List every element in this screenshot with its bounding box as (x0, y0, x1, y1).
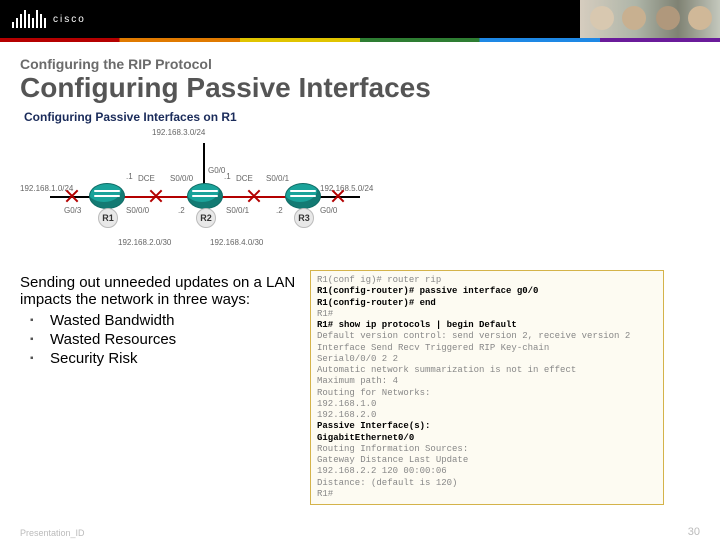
top-banner: cisco (0, 0, 720, 38)
port-g00: G0/0 (320, 206, 337, 215)
cli-line: R1(config-router)# end (317, 298, 657, 309)
x-mark-icon (332, 190, 344, 202)
router-r1-label: R1 (98, 208, 118, 228)
port-s000b: S0/0/0 (170, 174, 193, 183)
addr-d2b: .2 (276, 206, 283, 215)
cli-line: Interface Send Recv Triggered RIP Key-ch… (317, 343, 657, 354)
cli-line: Automatic network summarization is not i… (317, 365, 657, 376)
network-diagram: Configuring Passive Interfaces on R1 192… (20, 110, 700, 258)
port-g00-top: G0/0 (208, 166, 225, 175)
cli-line: Default version control: send version 2,… (317, 331, 657, 342)
cli-line: Routing for Networks: (317, 388, 657, 399)
cli-line: R1# (317, 309, 657, 320)
addr-d2a: .2 (178, 206, 185, 215)
cli-line: 192.168.2.2 120 00:00:06 (317, 466, 657, 477)
x-mark-icon (248, 190, 260, 202)
cli-line: GigabitEthernet0/0 (317, 433, 657, 444)
cli-line: 192.168.2.0 (317, 410, 657, 421)
router-icon (90, 184, 124, 208)
footer-id: Presentation_ID (20, 528, 85, 538)
cli-line: Serial0/0/0 2 2 (317, 354, 657, 365)
dce-label: DCE (138, 174, 155, 183)
net-mid2: 192.168.4.0/30 (210, 238, 263, 247)
cisco-logo: cisco (12, 10, 86, 28)
cli-line: R1# (317, 489, 657, 500)
cli-line: Passive Interface(s): (317, 421, 657, 432)
cli-line: R1(conf ig)# router rip (317, 275, 657, 286)
cli-line: Gateway Distance Last Update (317, 455, 657, 466)
port-s000: S0/0/0 (126, 206, 149, 215)
x-mark-icon (66, 190, 78, 202)
impact-text: Sending out unneeded updates on a LAN im… (20, 274, 300, 369)
cli-line: 192.168.1.0 (317, 399, 657, 410)
router-r2-label: R2 (196, 208, 216, 228)
banner-photo (580, 0, 720, 38)
router-icon (188, 184, 222, 208)
dce-label2: DCE (236, 174, 253, 183)
impact-item: Wasted Bandwidth (44, 312, 300, 329)
port-g03: G0/3 (64, 206, 81, 215)
page-title: Configuring Passive Interfaces (20, 72, 700, 104)
diagram-title: Configuring Passive Interfaces on R1 (24, 110, 700, 124)
addr-d1b: .1 (224, 172, 231, 181)
net-top: 192.168.3.0/24 (152, 128, 205, 137)
link-r2-top (203, 143, 205, 189)
port-s001b: S0/0/1 (266, 174, 289, 183)
net-mid1: 192.168.2.0/30 (118, 238, 171, 247)
eyebrow: Configuring the RIP Protocol (20, 56, 700, 72)
router-icon (286, 184, 320, 208)
cli-line: Distance: (default is 120) (317, 478, 657, 489)
cli-line: R1# show ip protocols | begin Default (317, 320, 657, 331)
cli-line: Maximum path: 4 (317, 376, 657, 387)
cli-line: R1(config-router)# passive interface g0/… (317, 286, 657, 297)
impact-item: Security Risk (44, 350, 300, 367)
net-right: 192.168.5.0/24 (320, 184, 373, 193)
impact-item: Wasted Resources (44, 331, 300, 348)
page-number: 30 (688, 526, 700, 538)
x-mark-icon (150, 190, 162, 202)
cli-line: Routing Information Sources: (317, 444, 657, 455)
addr-d1a: .1 (126, 172, 133, 181)
port-s001: S0/0/1 (226, 206, 249, 215)
impact-lead: Sending out unneeded updates on a LAN im… (20, 274, 295, 308)
brand-name: cisco (53, 14, 86, 25)
router-r3-label: R3 (294, 208, 314, 228)
cli-output: R1(conf ig)# router rip R1(config-router… (310, 270, 664, 505)
